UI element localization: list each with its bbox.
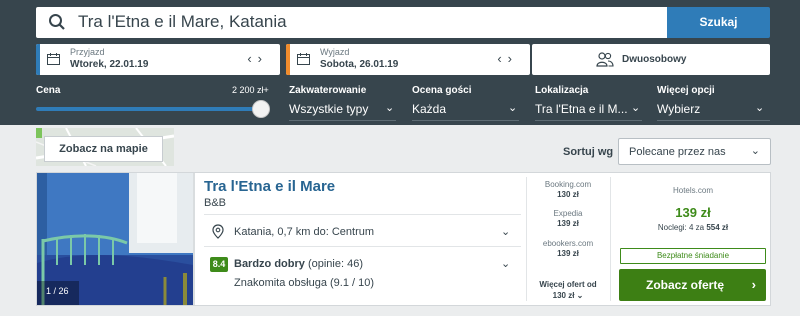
price-slider-handle[interactable] — [252, 100, 270, 118]
view-map-button[interactable]: Zobacz na mapie — [44, 136, 163, 162]
offer-price: 130 zł — [557, 190, 579, 199]
checkout-accent — [286, 44, 290, 75]
room-value: Dwuosobowy — [622, 54, 687, 65]
offer-ebookers[interactable]: ebookers.com 139 zł — [528, 239, 608, 258]
checkin-accent — [36, 44, 40, 75]
chevron-down-icon[interactable]: ⌄ — [631, 101, 640, 114]
checkin-label: Przyjazd — [70, 47, 105, 57]
location-filter-label: Lokalizacja — [535, 85, 589, 96]
checkout-date: Sobota, 26.01.19 — [320, 59, 399, 70]
more-filter-value[interactable]: Wybierz — [657, 102, 700, 116]
rating-text[interactable]: Bardzo dobry (opinie: 46) — [234, 258, 363, 270]
hotel-type: B&B — [204, 197, 227, 209]
price-max-value: 2 200 zł+ — [232, 85, 269, 95]
price-filter-label: Cena — [36, 85, 61, 96]
filter-underline — [657, 120, 770, 121]
nights-total-price: 554 zł — [706, 223, 729, 232]
offer-price: 139 zł — [557, 219, 579, 228]
service-rating: Znakomita obsługa (9.1 / 10) — [234, 277, 375, 289]
search-header: Tra l'Etna e il Mare, Katania Szukaj Prz… — [0, 0, 800, 125]
nights-total: Noclegi: 4 za 554 zł — [620, 223, 766, 232]
filter-underline — [412, 120, 519, 121]
photo-divider — [193, 173, 195, 305]
free-breakfast-badge: Bezpłatne śniadanie — [620, 248, 766, 264]
divider — [610, 177, 611, 301]
search-icon — [49, 14, 65, 30]
search-input[interactable]: Tra l'Etna e il Mare, Katania — [36, 7, 667, 38]
chevron-right-icon: › — [751, 277, 756, 292]
checkout-label: Wyjazd — [320, 47, 350, 57]
chevron-down-icon[interactable]: ⌄ — [755, 101, 764, 114]
offer-booking[interactable]: Booking.com 130 zł — [528, 180, 608, 199]
chevron-down-icon[interactable]: ⌄ — [501, 257, 510, 270]
accommodation-filter-label: Zakwaterowanie — [289, 85, 367, 96]
rating-filter-value[interactable]: Każda — [412, 102, 446, 116]
photo-counter: 1 / 26 — [46, 286, 69, 296]
sort-select[interactable]: Polecane przez nas ⌄ — [618, 138, 771, 165]
search-button[interactable]: Szukaj — [667, 7, 770, 38]
more-offers-label: Więcej ofert od — [539, 280, 597, 289]
date-arrows-icon[interactable]: ‹› — [497, 51, 518, 66]
rating-reviews: (opinie: 46) — [307, 258, 364, 270]
divider — [526, 177, 527, 301]
offer-price: 139 zł — [557, 249, 579, 258]
location-pin-icon — [212, 224, 224, 239]
location-filter-value[interactable]: Tra l'Etna e il M... — [535, 102, 628, 116]
view-deal-button[interactable]: Zobacz ofertę › — [619, 269, 766, 301]
accommodation-filter-value[interactable]: Wszystkie typy — [289, 102, 368, 116]
calendar-icon — [47, 53, 60, 65]
checkin-date: Wtorek, 22.01.19 — [70, 59, 149, 70]
nights-prefix: Noclegi: 4 za — [657, 223, 705, 232]
more-offers-price: 130 zł — [552, 291, 575, 300]
chevron-down-icon[interactable]: ⌄ — [508, 101, 517, 114]
checkin-field[interactable]: Przyjazd Wtorek, 22.01.19 ‹› — [36, 44, 280, 75]
divider — [204, 214, 521, 215]
more-offers-button[interactable]: Więcej ofert od 130 zł ⌄ — [528, 279, 608, 301]
sort-label: Sortuj wg — [563, 146, 614, 158]
chevron-down-icon[interactable]: ⌄ — [501, 225, 510, 238]
best-deal-price[interactable]: 139 zł — [620, 205, 766, 220]
search-query: Tra l'Etna e il Mare, Katania — [78, 12, 287, 31]
hotel-photo[interactable]: 1 / 26 — [37, 173, 193, 305]
price-slider-track[interactable] — [36, 107, 262, 111]
rating-label: Bardzo dobry — [234, 258, 305, 270]
rating-score-badge: 8.4 — [210, 257, 228, 272]
best-deal-site: Hotels.com — [672, 186, 713, 195]
calendar-icon — [297, 53, 310, 65]
chevron-down-icon: ⌄ — [576, 291, 584, 300]
rating-filter-label: Ocena gości — [412, 85, 472, 96]
offer-site: Booking.com — [544, 180, 592, 189]
chevron-down-icon[interactable]: ⌄ — [385, 101, 394, 114]
divider — [204, 246, 521, 247]
hotel-name[interactable]: Tra l'Etna e il Mare — [204, 178, 335, 195]
date-arrows-icon[interactable]: ‹› — [247, 51, 268, 66]
offer-site: Expedia — [553, 209, 583, 218]
filter-underline — [289, 120, 396, 121]
chevron-down-icon: ⌄ — [750, 145, 760, 157]
room-selector[interactable]: Dwuosobowy — [532, 44, 770, 75]
hotel-location[interactable]: Katania, 0,7 km do: Centrum — [234, 226, 374, 238]
hotel-result-card: 1 / 26 Tra l'Etna e il Mare B&B Katania,… — [36, 172, 771, 306]
offer-site: ebookers.com — [542, 239, 594, 248]
filter-underline — [535, 120, 642, 121]
offer-expedia[interactable]: Expedia 139 zł — [528, 209, 608, 228]
two-persons-icon — [596, 52, 614, 67]
view-deal-label: Zobacz ofertę — [645, 278, 724, 292]
more-filter-label: Więcej opcji — [657, 85, 715, 96]
checkout-field[interactable]: Wyjazd Sobota, 26.01.19 ‹› — [286, 44, 530, 75]
sort-value: Polecane przez nas — [629, 146, 726, 158]
